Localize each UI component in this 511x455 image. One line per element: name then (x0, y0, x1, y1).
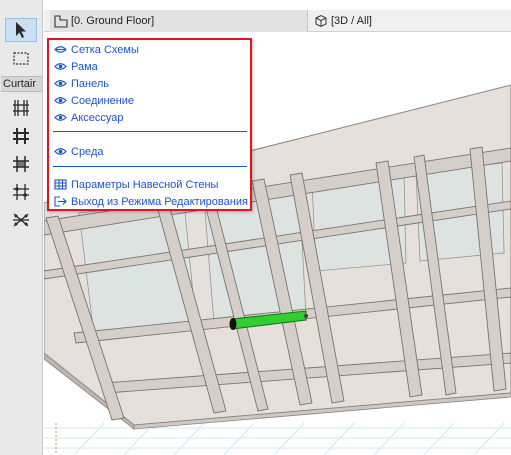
arrow-cursor-icon (16, 22, 26, 38)
curtain-frame-tool-button[interactable] (5, 124, 37, 148)
menu-item-label: Выход из Режима Редактирования (71, 195, 248, 208)
curtain-panel-tool-button[interactable] (5, 152, 37, 176)
eye-icon[interactable] (53, 95, 67, 107)
menu-separator (53, 131, 247, 132)
menu-item-panel[interactable]: Панель (53, 76, 109, 91)
tab-3d-view[interactable]: [3D / All] (312, 10, 511, 32)
curtain-accessory-tool-button[interactable] (5, 208, 37, 232)
menu-item-label: Панель (71, 77, 110, 90)
menu-item-label: Рама (71, 60, 98, 73)
eye-icon[interactable] (53, 61, 67, 73)
eye-closed-icon[interactable] (53, 44, 67, 56)
settings-grid-icon (53, 179, 67, 191)
toolbox-category-label: Curtair (1, 76, 42, 92)
menu-item-label: Параметры Навесной Стены (71, 178, 219, 191)
menu-item-frame[interactable]: Рама (53, 59, 98, 74)
toolbox: Curtair (0, 0, 43, 455)
menu-item-environment[interactable]: Среда (53, 144, 103, 159)
menu-item-junction[interactable]: Соединение (53, 93, 134, 108)
curtain-grid-tool-button[interactable] (5, 96, 37, 120)
menu-item-label: Соединение (71, 94, 135, 107)
view-tab-bar: [0. Ground Floor] [3D / All] (44, 10, 511, 32)
curtain-junction-tool-button[interactable] (5, 180, 37, 204)
menu-item-exit-edit-mode[interactable]: Выход из Режима Редактирования (53, 194, 248, 209)
junction-icon (13, 184, 29, 200)
arrow-tool-button[interactable] (5, 18, 37, 42)
tab-3d-view-label: [3D / All] (331, 15, 372, 27)
marquee-icon (13, 52, 29, 65)
menu-item-curtain-wall-settings[interactable]: Параметры Навесной Стены (53, 177, 218, 192)
floor-plan-icon (54, 15, 68, 28)
exit-icon (53, 196, 67, 208)
menu-separator (53, 166, 247, 167)
menu-item-accessory[interactable]: Аксессуар (53, 110, 124, 125)
menu-item-label: Сетка Схемы (71, 43, 139, 56)
tab-ground-floor-label: [0. Ground Floor] (71, 15, 155, 27)
menu-item-scheme-grid[interactable]: Сетка Схемы (53, 42, 139, 57)
cube-3d-icon (315, 14, 327, 28)
panel-icon (13, 156, 29, 172)
grid-icon (13, 100, 29, 116)
accessory-icon (13, 213, 29, 227)
curtain-wall-context-menu: Сетка Схемы Рама Панель Соединение Аксес… (47, 38, 252, 211)
menu-item-label: Среда (71, 145, 104, 158)
ground-grid (44, 422, 511, 455)
frame-icon (13, 128, 29, 144)
menu-item-label: Аксессуар (71, 111, 124, 124)
eye-icon[interactable] (53, 146, 67, 158)
marquee-tool-button[interactable] (5, 46, 37, 70)
tab-ground-floor[interactable]: [0. Ground Floor] (50, 10, 308, 32)
eye-icon[interactable] (53, 112, 67, 124)
eye-icon[interactable] (53, 78, 67, 90)
